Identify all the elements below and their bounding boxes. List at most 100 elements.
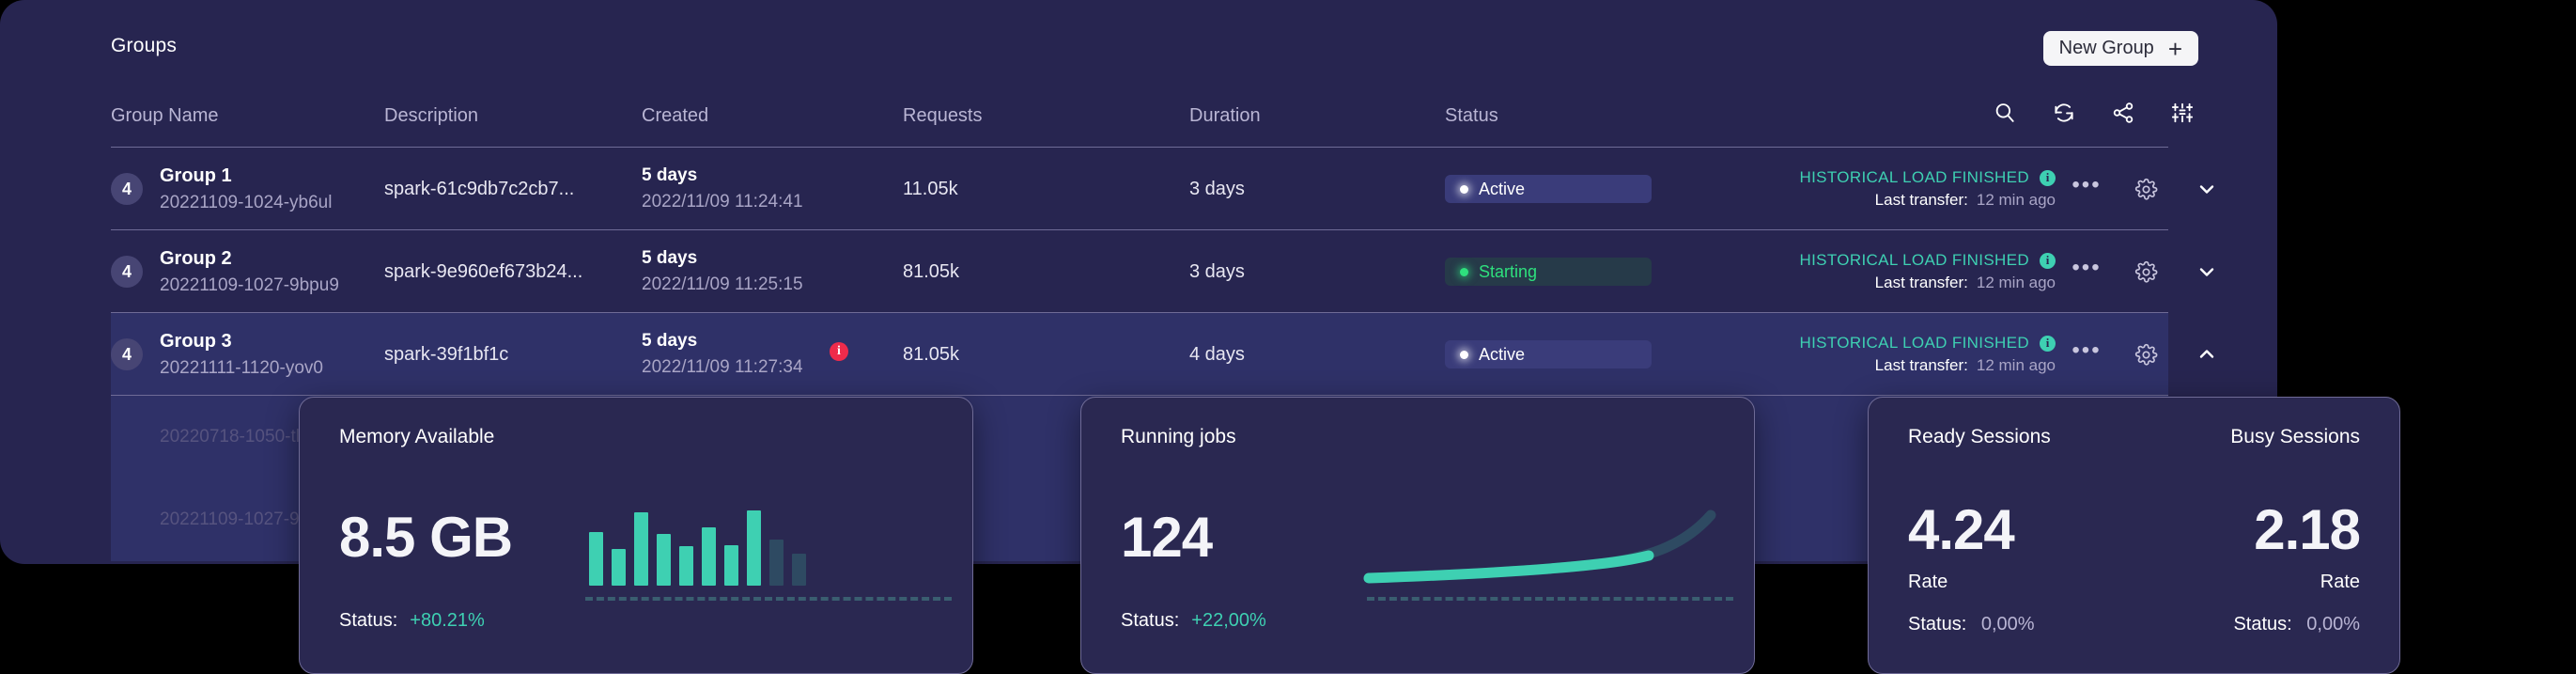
cell-requests: 81.05k [903, 343, 960, 365]
cell-requests: 81.05k [903, 260, 960, 282]
row-actions: ••• [2060, 313, 2235, 396]
ready-status-value: 0,00% [1980, 614, 2035, 635]
card-status-label: Status: [1121, 610, 1180, 631]
error-icon[interactable]: i [830, 342, 848, 361]
historical-load-text: HISTORICAL LOAD FINISHED [1799, 168, 2029, 186]
cell-description: spark-61c9db7c2cb7... [384, 178, 575, 199]
metric-card-memory-available[interactable]: Memory Available 8.5 GB Status: +80.21% [299, 397, 973, 674]
group-id: 20221111-1120-yov0 [160, 357, 323, 378]
created-relative: 5 days [642, 247, 698, 268]
status-dot-icon [1460, 350, 1468, 359]
cell-load-status: HISTORICAL LOAD FINISHED i Last transfer… [1576, 148, 2056, 230]
column-header-requests[interactable]: Requests [903, 105, 983, 127]
created-relative: 5 days [642, 165, 698, 185]
memory-baseline [585, 597, 952, 601]
column-header-status[interactable]: Status [1445, 105, 1498, 127]
status-label: Starting [1479, 261, 1538, 281]
cell-group-name: 4 Group 2 20221109-1027-9bpu9 [111, 230, 374, 313]
page-title: Groups [111, 35, 178, 56]
memory-sparkline-bars [589, 510, 811, 586]
filter-settings-icon[interactable] [2168, 99, 2196, 127]
cell-description: spark-39f1bf1c [384, 343, 509, 365]
card-status: Status: +80.21% [339, 610, 933, 632]
last-transfer-line: Last transfer: 12 min ago [1875, 356, 2056, 375]
gear-icon[interactable] [2113, 343, 2179, 367]
status-label: Active [1479, 179, 1526, 198]
busy-status-label: Status: [2233, 614, 2292, 635]
column-header-description[interactable]: Description [384, 105, 478, 127]
cell-load-status: HISTORICAL LOAD FINISHED i Last transfer… [1576, 230, 2056, 313]
group-id: 20221109-1027-9bpu9 [160, 274, 339, 295]
group-name: Group 2 [160, 247, 232, 269]
new-group-button[interactable]: New Group + [2042, 31, 2198, 66]
last-transfer-value: 12 min ago [1976, 274, 2056, 291]
jobs-sparkline [1363, 509, 1716, 584]
cell-duration: 3 days [1189, 178, 1245, 199]
info-icon[interactable]: i [2040, 252, 2056, 269]
busy-sessions-value: 2.18 [2254, 498, 2361, 561]
historical-load-line: HISTORICAL LOAD FINISHED i [1799, 251, 2056, 270]
chevron-up-icon[interactable] [2179, 343, 2235, 366]
last-transfer-line: Last transfer: 12 min ago [1875, 274, 2056, 292]
busy-sessions-title: Busy Sessions [2230, 426, 2360, 447]
busy-sessions-rate-label: Rate [2320, 572, 2360, 592]
column-header-created[interactable]: Created [642, 105, 708, 127]
ready-sessions-value: 4.24 [1908, 498, 2015, 561]
plus-icon: + [2167, 34, 2182, 63]
created-relative: 5 days [642, 330, 698, 351]
column-header-duration[interactable]: Duration [1189, 105, 1261, 127]
more-options-icon[interactable]: ••• [2060, 257, 2113, 279]
last-transfer-line: Last transfer: 12 min ago [1875, 191, 2056, 210]
card-status-value: +80.21% [410, 610, 485, 631]
metric-card-sessions[interactable]: Ready Sessions 4.24 Rate Status: 0,00% B… [1868, 397, 2400, 674]
group-count-badge: 4 [111, 256, 143, 288]
chevron-down-icon[interactable] [2179, 260, 2235, 283]
screen: Groups New Group + Group Name Descriptio… [0, 0, 2576, 674]
last-transfer-label: Last transfer: [1874, 274, 1968, 291]
gear-icon[interactable] [2113, 178, 2179, 201]
card-status-value: +22,00% [1191, 610, 1266, 631]
ready-sessions-column: Ready Sessions 4.24 Rate Status: 0,00% [1908, 426, 2129, 635]
cell-load-status: HISTORICAL LOAD FINISHED i Last transfer… [1576, 313, 2056, 396]
busy-status-value: 0,00% [2306, 614, 2360, 635]
historical-load-line: HISTORICAL LOAD FINISHED i [1799, 334, 2056, 353]
table-row[interactable]: 4 Group 2 20221109-1027-9bpu9 spark-9e96… [111, 230, 2214, 313]
status-label: Active [1479, 344, 1526, 364]
ready-sessions-status: Status: 0,00% [1908, 614, 2129, 635]
cell-created: 5 days 2022/11/09 11:25:15 [642, 230, 895, 313]
info-icon[interactable]: i [2040, 335, 2056, 352]
status-dot-icon [1460, 184, 1468, 194]
chevron-down-icon[interactable] [2179, 178, 2235, 200]
gear-icon[interactable] [2113, 260, 2179, 284]
cell-group-name: 4 Group 3 20221111-1120-yov0 [111, 313, 374, 396]
info-icon[interactable]: i [2040, 169, 2056, 186]
card-title: Memory Available [339, 426, 495, 447]
cell-duration: 3 days [1189, 260, 1245, 282]
cell-created: 5 days 2022/11/09 11:24:41 [642, 148, 895, 230]
metric-card-running-jobs[interactable]: Running jobs 124 Status: +22,00% [1080, 397, 1755, 674]
historical-load-text: HISTORICAL LOAD FINISHED [1799, 334, 2029, 352]
row-actions: ••• [2060, 148, 2235, 230]
more-options-icon[interactable]: ••• [2060, 174, 2113, 196]
historical-load-text: HISTORICAL LOAD FINISHED [1799, 251, 2029, 269]
column-header-group-name[interactable]: Group Name [111, 105, 219, 127]
cell-duration: 4 days [1189, 343, 1245, 365]
new-group-label: New Group [2058, 38, 2154, 58]
historical-load-line: HISTORICAL LOAD FINISHED i [1799, 168, 2056, 187]
busy-sessions-status: Status: 0,00% [2139, 614, 2360, 635]
last-transfer-value: 12 min ago [1976, 356, 2056, 374]
more-options-icon[interactable]: ••• [2060, 339, 2113, 362]
table-row[interactable]: 4 Group 1 20221109-1024-yb6ul spark-61c9… [111, 148, 2214, 230]
jobs-baseline [1367, 597, 1733, 601]
table-row[interactable]: 4 Group 3 20221111-1120-yov0 spark-39f1b… [111, 313, 2214, 396]
cell-group-name: 4 Group 1 20221109-1024-yb6ul [111, 148, 374, 230]
group-count-badge: 4 [111, 173, 143, 205]
ready-sessions-title: Ready Sessions [1908, 426, 2051, 447]
last-transfer-label: Last transfer: [1874, 356, 1968, 374]
cell-created: 5 days 2022/11/09 11:27:34 i [642, 313, 895, 396]
cell-description: spark-9e960ef673b24... [384, 260, 583, 282]
last-transfer-value: 12 min ago [1976, 191, 2056, 209]
last-transfer-label: Last transfer: [1874, 191, 1968, 209]
created-absolute: 2022/11/09 11:27:34 [642, 357, 803, 377]
group-name: Group 3 [160, 330, 232, 352]
